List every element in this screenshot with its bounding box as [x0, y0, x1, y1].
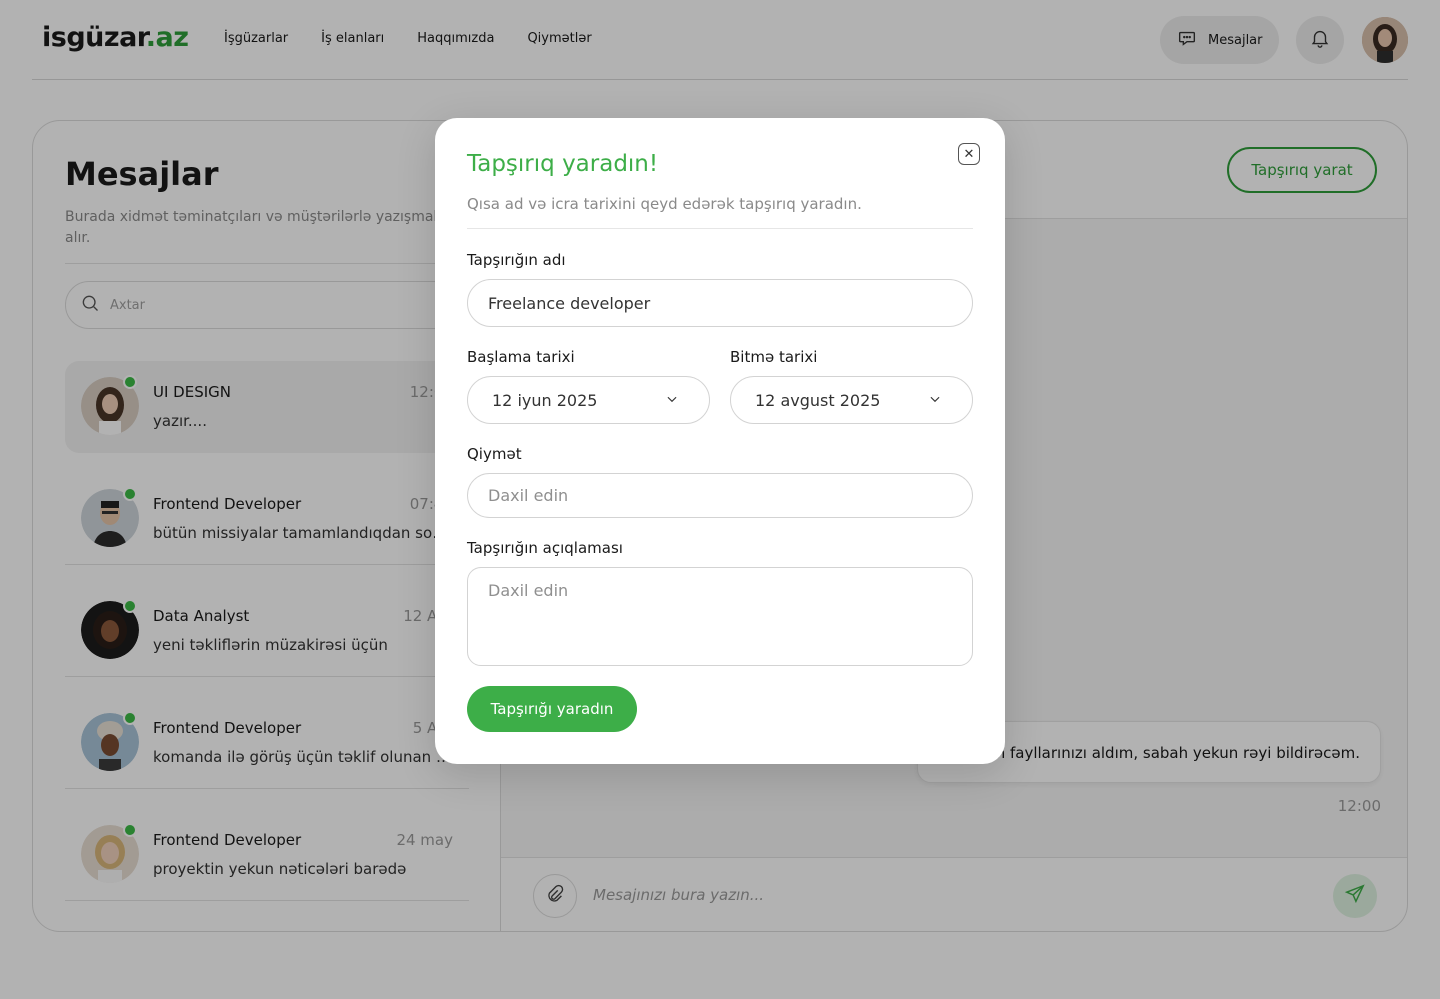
modal-title: Tapşırıq yaradın!	[467, 151, 659, 177]
price-label: Qiymət	[467, 445, 522, 463]
task-name-value: Freelance developer	[488, 293, 651, 313]
description-textarea[interactable]: Daxil edin	[467, 567, 973, 666]
end-date-value: 12 avgust 2025	[755, 390, 881, 410]
price-placeholder: Daxil edin	[488, 486, 569, 505]
start-date-label: Başlama tarixi	[467, 348, 575, 366]
close-icon: ✕	[963, 146, 975, 162]
task-name-label: Tapşırığın adı	[467, 251, 566, 269]
divider	[467, 228, 973, 229]
end-date-label: Bitmə tarixi	[730, 348, 818, 366]
end-date-select[interactable]: 12 avgust 2025	[730, 376, 973, 424]
description-placeholder: Daxil edin	[488, 581, 569, 600]
start-date-value: 12 iyun 2025	[492, 390, 598, 410]
price-field[interactable]: Daxil edin	[467, 473, 973, 518]
task-name-field[interactable]: Freelance developer	[467, 279, 973, 327]
modal-subtitle: Qısa ad və icra tarixini qeyd edərək tap…	[467, 195, 862, 213]
description-label: Tapşırığın açıqlaması	[467, 539, 623, 557]
close-button[interactable]: ✕	[958, 143, 980, 165]
start-date-select[interactable]: 12 iyun 2025	[467, 376, 710, 424]
create-task-modal: ✕ Tapşırıq yaradın! Qısa ad və icra tari…	[435, 118, 1005, 764]
chevron-down-icon	[665, 391, 679, 410]
submit-task-button[interactable]: Tapşırığı yaradın	[467, 686, 637, 732]
chevron-down-icon	[928, 391, 942, 410]
